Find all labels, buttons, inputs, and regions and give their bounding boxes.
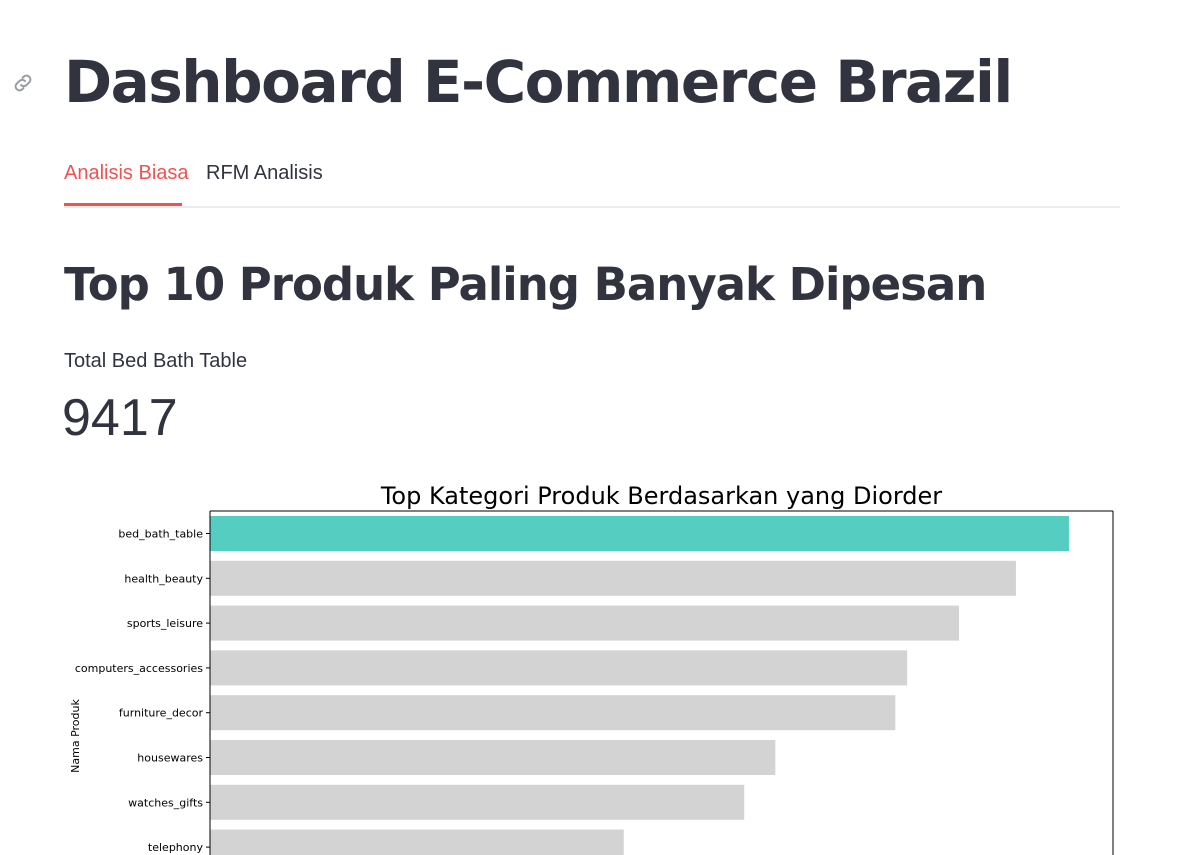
tab-rfm-analisis[interactable]: RFM Analisis xyxy=(206,162,323,185)
bar-housewares xyxy=(210,740,776,775)
y-tick-label-watches_gifts: watches_gifts xyxy=(128,796,203,809)
page-title: Dashboard E-Commerce Brazil xyxy=(64,48,1013,116)
page: Dashboard E-Commerce Brazil Analisis Bia… xyxy=(0,0,1196,855)
bar-chart-svg: Top Kategori Produk Berdasarkan yang Dio… xyxy=(69,482,1114,855)
bar-chart: Top Kategori Produk Berdasarkan yang Dio… xyxy=(60,478,1130,855)
bar-watches_gifts xyxy=(210,784,745,820)
y-tick-label-computers_accessories: computers_accessories xyxy=(75,662,203,675)
y-tick-label-housewares: housewares xyxy=(137,752,203,765)
tab-bar: Analisis Biasa RFM Analisis xyxy=(64,158,1120,208)
metric-value: 9417 xyxy=(62,389,178,447)
chart-title: Top Kategori Produk Berdasarkan yang Dio… xyxy=(380,482,942,510)
metric-label: Total Bed Bath Table xyxy=(64,350,248,372)
bar-computers_accessories xyxy=(210,650,908,686)
y-axis-label: Nama Produk xyxy=(69,699,82,773)
bar-sports_leisure xyxy=(210,605,960,641)
y-tick-label-health_beauty: health_beauty xyxy=(124,572,203,585)
link-icon[interactable] xyxy=(10,70,36,96)
y-tick-label-furniture_decor: furniture_decor xyxy=(119,707,204,720)
y-tick-label-sports_leisure: sports_leisure xyxy=(127,617,203,630)
tab-analisis-biasa[interactable]: Analisis Biasa xyxy=(64,162,189,185)
bar-telephony xyxy=(210,829,624,855)
bar-furniture_decor xyxy=(210,695,896,731)
active-tab-indicator xyxy=(64,203,182,206)
section-heading: Top 10 Produk Paling Banyak Dipesan xyxy=(64,258,987,311)
y-tick-label-bed_bath_table: bed_bath_table xyxy=(118,528,203,541)
y-tick-label-telephony: telephony xyxy=(148,841,204,854)
bar-bed_bath_table xyxy=(210,516,1069,551)
bar-health_beauty xyxy=(210,560,1016,596)
